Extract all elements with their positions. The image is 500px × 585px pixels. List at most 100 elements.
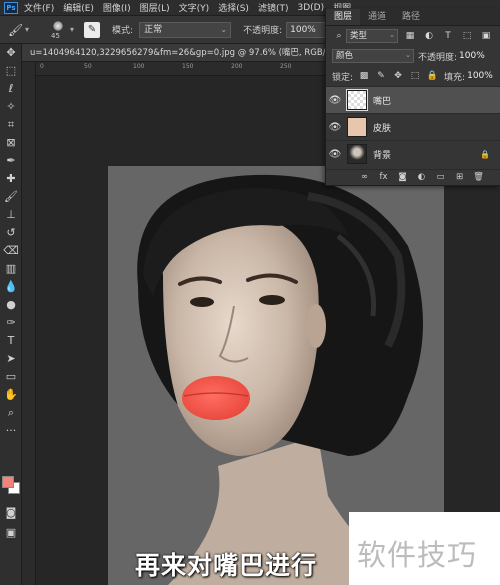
layer-name: 嘴巴	[373, 96, 392, 107]
new-group-icon[interactable]: ▭	[434, 171, 447, 184]
brush-preset-picker[interactable]: 45	[47, 19, 69, 41]
layer-filter-row: ⌕ 类型 ⌄ ▦ ◐ T ⬚ ▣	[326, 26, 500, 46]
smart-object-filter-icon[interactable]: ▣	[479, 29, 493, 43]
hand-tool-icon[interactable]: ✋	[0, 386, 22, 404]
menu-layer[interactable]: 图层(L)	[140, 1, 170, 14]
more-tools-icon[interactable]: ···	[0, 422, 22, 440]
chevron-down-icon: ⌄	[405, 51, 411, 59]
eye-icon[interactable]: 👁	[326, 149, 344, 160]
mode-select[interactable]: 正常 ⌄	[139, 21, 232, 38]
type-tool-icon[interactable]: T	[0, 332, 22, 350]
ruler-tick: 0	[40, 63, 44, 70]
move-tool-icon[interactable]: ✥	[0, 44, 22, 62]
brush-tool-icon[interactable]: 🖌	[8, 22, 24, 38]
layer-opacity-value[interactable]: 100%	[459, 51, 485, 61]
layer-row-skin[interactable]: 👁 皮肤	[326, 113, 500, 140]
quick-mask-icon[interactable]: ◙	[0, 504, 22, 522]
menu-image[interactable]: 图像(I)	[103, 1, 131, 14]
brush-settings-toggle-icon[interactable]: ✎	[84, 21, 101, 38]
menu-type[interactable]: 文字(Y)	[179, 1, 210, 14]
tab-channels[interactable]: 通道	[360, 9, 394, 25]
frame-tool-icon[interactable]: ⊠	[0, 134, 22, 152]
menu-select[interactable]: 选择(S)	[218, 1, 249, 14]
link-layers-icon[interactable]: ∞	[358, 171, 371, 184]
eye-icon[interactable]: 👁	[326, 122, 344, 133]
adjustment-filter-icon[interactable]: ◐	[422, 29, 436, 43]
eyedropper-tool-icon[interactable]: ✒	[0, 152, 22, 170]
layer-thumbnail	[347, 117, 367, 137]
crop-tool-icon[interactable]: ⌗	[0, 116, 22, 134]
tool-preset-caret-icon[interactable]: ▾	[25, 25, 29, 34]
tab-layers[interactable]: 图层	[326, 9, 361, 25]
color-swatches[interactable]	[2, 476, 20, 504]
clone-stamp-tool-icon[interactable]: ⊥	[0, 206, 22, 224]
path-selection-tool-icon[interactable]: ➤	[0, 350, 22, 368]
brush-picker-caret-icon[interactable]: ▾	[70, 25, 74, 34]
new-layer-icon[interactable]: ⊞	[453, 171, 466, 184]
eraser-tool-icon[interactable]: ⌫	[0, 242, 22, 260]
watermark: 软件技巧	[349, 512, 500, 585]
lasso-tool-icon[interactable]: ℓ	[0, 80, 22, 98]
layer-row-background[interactable]: 👁 背景 🔒	[326, 140, 500, 167]
mode-value: 正常	[144, 24, 163, 35]
fill-label: 填充:	[444, 72, 466, 83]
tab-paths[interactable]: 路径	[394, 9, 428, 25]
screen-mode-icon[interactable]: ▣	[0, 524, 22, 542]
add-mask-icon[interactable]: ◙	[396, 171, 409, 184]
brush-tip-icon	[53, 20, 64, 31]
rectangle-tool-icon[interactable]: ▭	[0, 368, 22, 386]
lock-transparent-icon[interactable]: ▩	[358, 70, 370, 82]
lock-pixels-icon[interactable]: ✎	[375, 70, 387, 82]
menu-filter[interactable]: 滤镜(T)	[258, 1, 289, 14]
type-filter-icon[interactable]: T	[441, 29, 455, 43]
shape-filter-icon[interactable]: ⬚	[460, 29, 474, 43]
filter-kind-select[interactable]: 类型 ⌄	[346, 29, 398, 43]
opacity-label: 不透明度:	[243, 26, 283, 36]
blend-mode-select[interactable]: 颜色 ⌄	[332, 49, 414, 63]
layer-style-icon[interactable]: fx	[377, 171, 390, 184]
delete-layer-icon[interactable]: 🗑	[472, 171, 485, 184]
eye-icon[interactable]: 👁	[326, 95, 344, 106]
opacity-input[interactable]: 100%	[286, 21, 327, 38]
marquee-tool-icon[interactable]: ⬚	[0, 62, 22, 80]
gradient-tool-icon[interactable]: ▥	[0, 260, 22, 278]
quick-select-tool-icon[interactable]: ✧	[0, 98, 22, 116]
lock-fill-row: 锁定: ▩ ✎ ✥ ⬚ 🔒 填充: 100%	[326, 66, 500, 86]
foreground-color-swatch[interactable]	[2, 476, 14, 488]
lock-position-icon[interactable]: ✥	[392, 70, 404, 82]
ruler-tick: 100	[133, 63, 145, 70]
lock-all-icon[interactable]: 🔒	[426, 70, 438, 82]
fill-value[interactable]: 100%	[467, 71, 493, 81]
lock-icon: 🔒	[480, 149, 490, 159]
brush-tool-icon[interactable]: 🖌	[0, 188, 22, 206]
dodge-tool-icon[interactable]: ●	[0, 296, 22, 314]
layer-thumbnail	[346, 89, 368, 111]
history-brush-tool-icon[interactable]: ↺	[0, 224, 22, 242]
ruler-tick: 250	[280, 63, 292, 70]
pixel-filter-icon[interactable]: ▦	[403, 29, 417, 43]
layer-name: 皮肤	[373, 123, 392, 134]
ruler-tick: 50	[84, 63, 92, 70]
document-tab[interactable]: u=1404964120,3229656279&fm=26&gp=0.jpg @…	[22, 44, 325, 62]
menu-edit[interactable]: 编辑(E)	[63, 1, 94, 14]
vertical-ruler[interactable]	[22, 62, 36, 585]
photoshop-logo: Ps	[4, 1, 18, 14]
search-icon: ⌕	[336, 31, 342, 41]
zoom-tool-icon[interactable]: ⌕	[0, 404, 22, 422]
healing-brush-tool-icon[interactable]: ✚	[0, 170, 22, 188]
video-caption: 再来对嘴巴进行	[135, 551, 318, 580]
ruler-tick: 150	[182, 63, 194, 70]
menu-file[interactable]: 文件(F)	[24, 1, 54, 14]
layer-name: 背景	[373, 150, 392, 161]
blend-opacity-row: 颜色 ⌄ 不透明度: 100%	[326, 46, 500, 66]
chevron-down-icon: ⌄	[220, 24, 228, 34]
layer-row-mouth[interactable]: 👁 嘴巴	[326, 86, 500, 113]
layer-opacity-label: 不透明度:	[418, 52, 458, 63]
pen-tool-icon[interactable]: ✑	[0, 314, 22, 332]
adjustment-layer-icon[interactable]: ◐	[415, 171, 428, 184]
lock-artboard-icon[interactable]: ⬚	[409, 70, 421, 82]
layers-panel: 图层 通道 路径 ⌕ 类型 ⌄ ▦ ◐ T ⬚ ▣ 颜色 ⌄ 不透明度: 100…	[325, 8, 500, 186]
brush-size-value: 45	[51, 31, 60, 40]
menu-3d[interactable]: 3D(D)	[297, 3, 324, 13]
blur-tool-icon[interactable]: 💧	[0, 278, 22, 296]
